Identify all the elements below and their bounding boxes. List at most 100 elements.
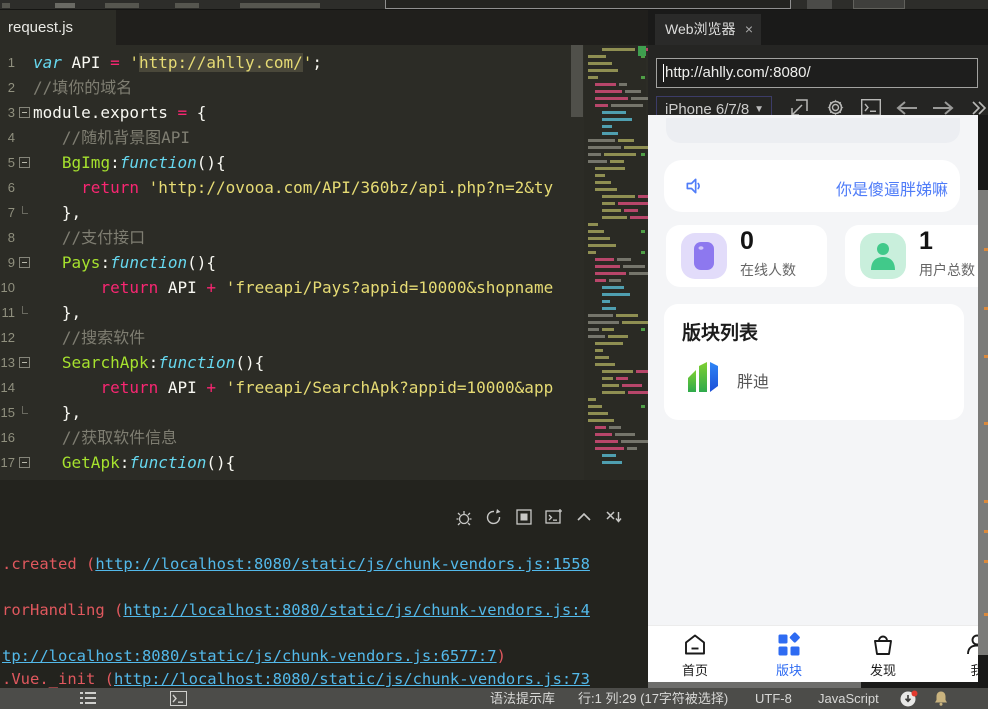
code-line[interactable]: 4 //随机背景图API xyxy=(0,125,648,150)
toolbar-item[interactable] xyxy=(175,3,199,8)
minimap-line xyxy=(623,265,645,268)
minimap-line xyxy=(595,97,628,100)
speaker-icon xyxy=(684,176,704,196)
stop-icon[interactable] xyxy=(515,508,533,526)
code-line[interactable]: 11 }, xyxy=(0,300,648,325)
fold-toggle-icon[interactable] xyxy=(19,107,30,118)
code-line[interactable]: 12 //搜索软件 xyxy=(0,325,648,350)
code-line[interactable]: 8 //支付接口 xyxy=(0,225,648,250)
minimap[interactable] xyxy=(584,45,646,480)
debug-icon[interactable] xyxy=(455,508,473,526)
rerun-icon[interactable] xyxy=(485,508,503,526)
cursor-position-status[interactable]: 行:1 列:29 (17字符被选择) xyxy=(578,688,728,709)
new-terminal-icon[interactable] xyxy=(545,508,563,526)
minimap-line xyxy=(616,377,628,380)
minimap-line xyxy=(588,160,607,163)
language-mode-status[interactable]: JavaScript xyxy=(818,688,879,709)
code-line[interactable]: 3module.exports = { xyxy=(0,100,648,125)
syntax-lib-status[interactable]: 语法提示库 xyxy=(490,688,555,709)
line-number: 1 xyxy=(0,50,15,75)
code-line[interactable]: 14 return API + 'freeapi/SearchApk?appid… xyxy=(0,375,648,400)
code-line[interactable]: 2//填你的域名 xyxy=(0,75,648,100)
minimap-line xyxy=(602,286,624,289)
code-line[interactable]: 13 SearchApk:function(){ xyxy=(0,350,648,375)
nav-label: 我 xyxy=(947,660,978,679)
minimap-line xyxy=(602,216,627,219)
tab-request-js[interactable]: request.js xyxy=(0,10,116,45)
stat-card-total[interactable]: 1用户总数 xyxy=(845,225,978,287)
minimap-line xyxy=(608,335,628,338)
browser-toolbar: http://ahlly.com/:8080/ iPhone 6/7/8 ▼ xyxy=(648,45,988,125)
clear-icon[interactable] xyxy=(605,508,623,526)
update-download-icon[interactable] xyxy=(900,690,918,707)
code-line[interactable]: 15 }, xyxy=(0,400,648,425)
minimap-line xyxy=(595,426,606,429)
line-number: 11 xyxy=(0,300,15,325)
fold-toggle-icon[interactable] xyxy=(19,157,30,168)
minimap-line xyxy=(628,391,648,394)
bell-icon[interactable] xyxy=(934,691,948,706)
bottom-nav: 首页版块发现我 xyxy=(648,625,978,682)
minimap-change-marker xyxy=(641,230,645,233)
url-input[interactable]: http://ahlly.com/:8080/ xyxy=(656,58,978,88)
stack-trace-link[interactable]: http://localhost:8080/static/js/chunk-ve… xyxy=(114,670,590,688)
editor-scrollbar[interactable] xyxy=(570,45,584,480)
code-line[interactable]: 6 return 'http://ovooa.com/API/360bz/api… xyxy=(0,175,648,200)
fold-toggle-icon[interactable] xyxy=(19,257,30,268)
nav-item-发现[interactable]: 发现 xyxy=(853,626,913,683)
encoding-status[interactable]: UTF-8 xyxy=(755,688,792,709)
stat-card-online[interactable]: 0在线人数 xyxy=(666,225,827,287)
terminal-icon[interactable] xyxy=(170,691,187,706)
nav-item-版块[interactable]: 版块 xyxy=(759,626,819,683)
minimap-line xyxy=(595,363,615,366)
toolbar-item[interactable] xyxy=(2,3,10,8)
status-bar: 语法提示库 行:1 列:29 (17字符被选择) UTF-8 JavaScrip… xyxy=(0,688,988,709)
vertical-scrollbar[interactable] xyxy=(978,115,988,688)
code-line[interactable]: 17 GetApk:function(){ xyxy=(0,450,648,475)
fold-toggle-icon[interactable] xyxy=(19,457,30,468)
line-number: 4 xyxy=(0,125,15,150)
code-line[interactable]: 7 }, xyxy=(0,200,648,225)
code-line[interactable]: 5 BgImg:function(){ xyxy=(0,150,648,175)
search-card-partial[interactable] xyxy=(666,118,960,143)
stack-trace-link[interactable]: http://localhost:8080/static/js/chunk-ve… xyxy=(123,601,590,619)
code-text: }, xyxy=(33,400,568,425)
url-text: http://ahlly.com/:8080/ xyxy=(665,64,811,81)
toolbar-item[interactable] xyxy=(105,3,139,8)
code-editor[interactable]: 1var API = 'http://ahlly.com/';2//填你的域名3… xyxy=(0,45,648,480)
fold-toggle-icon[interactable] xyxy=(19,357,30,368)
announcement-banner[interactable]: 你是傻逼胖娣嘛 xyxy=(664,160,960,212)
minimap-line xyxy=(588,55,606,58)
outline-list-icon[interactable] xyxy=(80,691,96,705)
minimap-line xyxy=(602,300,610,303)
line-number: 14 xyxy=(0,375,15,400)
search-option-button[interactable] xyxy=(807,0,832,9)
annotation-marker xyxy=(984,530,988,533)
code-line[interactable]: 16 //获取软件信息 xyxy=(0,425,648,450)
board-name[interactable]: 胖迪 xyxy=(737,368,769,392)
error-text: rorHandling ( xyxy=(2,601,123,619)
tab-web-browser[interactable]: Web浏览器 × xyxy=(655,14,761,45)
code-line[interactable]: 9 Pays:function(){ xyxy=(0,250,648,275)
nav-item-首页[interactable]: 首页 xyxy=(665,626,725,683)
line-number: 16 xyxy=(0,425,15,450)
board-logo[interactable] xyxy=(682,356,726,400)
search-button[interactable] xyxy=(853,0,905,9)
stack-trace-link[interactable]: http://localhost:8080/static/js/chunk-ve… xyxy=(95,555,590,573)
minimap-line xyxy=(595,433,612,436)
browser-panel: Web浏览器 × http://ahlly.com/:8080/ iPhone … xyxy=(648,10,988,688)
menu-icon[interactable] xyxy=(55,3,75,8)
global-search-input[interactable] xyxy=(385,0,791,9)
close-icon[interactable]: × xyxy=(745,14,753,45)
minimap-line xyxy=(610,160,624,163)
scrollbar-thumb[interactable] xyxy=(571,45,583,117)
collapse-icon[interactable] xyxy=(575,508,593,526)
toolbar-item[interactable] xyxy=(240,3,320,8)
nav-item-我[interactable]: 我 xyxy=(947,626,978,683)
code-line[interactable]: 1var API = 'http://ahlly.com/'; xyxy=(0,50,648,75)
minimap-line xyxy=(595,447,624,450)
stack-trace-link[interactable]: tp://localhost:8080/static/js/chunk-vend… xyxy=(2,647,497,665)
code-line[interactable]: 10 return API + 'freeapi/Pays?appid=1000… xyxy=(0,275,648,300)
line-number: 15 xyxy=(0,400,15,425)
line-number: 3 xyxy=(0,100,15,125)
